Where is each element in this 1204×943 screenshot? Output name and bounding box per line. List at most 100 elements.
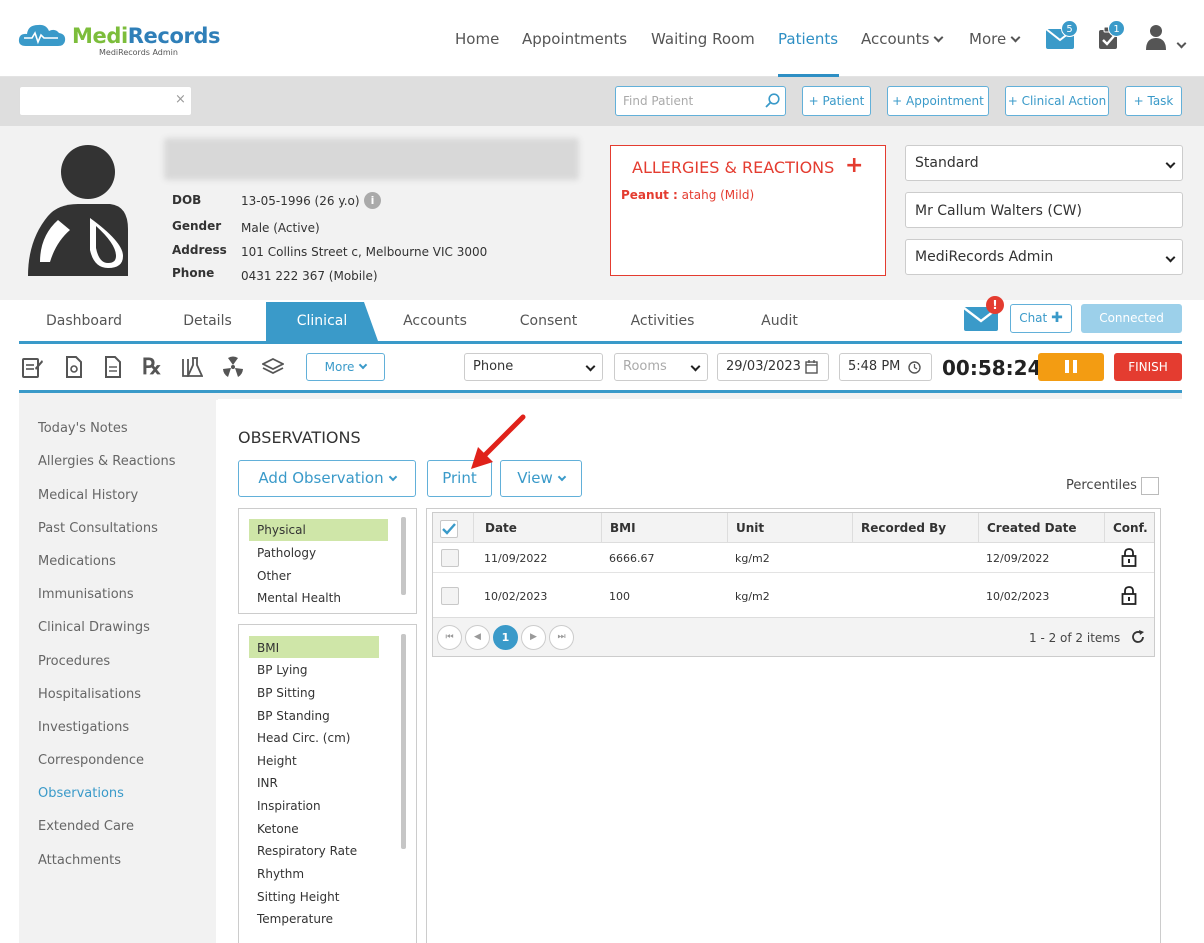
chat-button[interactable]: Chat ✚ bbox=[1010, 304, 1072, 333]
rooms-select[interactable]: Rooms bbox=[614, 353, 708, 381]
report-icon[interactable] bbox=[102, 356, 124, 378]
search-icon[interactable] bbox=[765, 93, 780, 108]
allergy-item[interactable]: Peanut : atahg (Mild) bbox=[621, 188, 754, 202]
tab-clinical[interactable]: Clinical bbox=[266, 302, 378, 341]
nav-waiting-room[interactable]: Waiting Room bbox=[651, 30, 755, 48]
add-patient-button[interactable]: + Patient bbox=[802, 86, 871, 116]
tab-audit[interactable]: Audit bbox=[721, 302, 838, 341]
next-page-icon[interactable]: ▶ bbox=[521, 625, 546, 650]
clock-icon[interactable] bbox=[908, 361, 921, 374]
first-page-icon[interactable]: ⏮ bbox=[437, 625, 462, 650]
column-header-unit[interactable]: Unit bbox=[736, 521, 764, 535]
info-icon[interactable]: i bbox=[364, 192, 381, 209]
pause-button[interactable] bbox=[1038, 353, 1104, 381]
column-header-date[interactable]: Date bbox=[485, 521, 517, 535]
column-header-conf[interactable]: Conf. bbox=[1113, 521, 1148, 535]
column-header-bmi[interactable]: BMI bbox=[610, 521, 636, 535]
prescription-icon[interactable]: ℞ bbox=[142, 354, 162, 380]
list-item-bmi[interactable]: BMI bbox=[257, 641, 279, 655]
location-select[interactable]: MediRecords Admin bbox=[905, 239, 1183, 275]
list-item-respiratory-rate[interactable]: Respiratory Rate bbox=[257, 844, 357, 858]
sidebar-item-observations[interactable]: Observations bbox=[38, 786, 124, 801]
practitioner-field[interactable]: Mr Callum Walters (CW) bbox=[905, 192, 1183, 228]
sidebar-item-correspondence[interactable]: Correspondence bbox=[38, 753, 144, 768]
radiation-icon[interactable] bbox=[222, 356, 244, 378]
sidebar-item-past-consultations[interactable]: Past Consultations bbox=[38, 521, 158, 536]
encounter-type-select[interactable]: Phone bbox=[464, 353, 603, 381]
quick-search-input[interactable] bbox=[19, 86, 192, 116]
phone-label: Phone bbox=[172, 266, 215, 280]
user-icon[interactable] bbox=[1145, 24, 1167, 50]
sidebar-item-investigations[interactable]: Investigations bbox=[38, 720, 129, 735]
page-button[interactable]: 1 bbox=[493, 625, 518, 650]
list-item-mental-health[interactable]: Mental Health bbox=[257, 591, 341, 605]
tab-accounts[interactable]: Accounts bbox=[380, 302, 490, 341]
list-item-ketone[interactable]: Ketone bbox=[257, 822, 299, 836]
category-scrollbar[interactable] bbox=[401, 517, 406, 595]
refresh-icon[interactable] bbox=[1131, 630, 1145, 644]
sidebar-item-medications[interactable]: Medications bbox=[38, 554, 116, 569]
nav-more[interactable]: More bbox=[969, 30, 1021, 48]
notes-icon[interactable] bbox=[21, 356, 43, 378]
document-icon[interactable] bbox=[63, 356, 85, 378]
allergies-title: ALLERGIES & REACTIONS bbox=[632, 158, 835, 177]
sidebar-item-procedures[interactable]: Procedures bbox=[38, 654, 110, 669]
lab-flask-icon[interactable] bbox=[181, 356, 203, 378]
sidebar-item-immunisations[interactable]: Immunisations bbox=[38, 587, 134, 602]
nav-patients[interactable]: Patients bbox=[778, 30, 838, 48]
list-item-bp-standing[interactable]: BP Standing bbox=[257, 709, 330, 723]
list-item-inspiration[interactable]: Inspiration bbox=[257, 799, 321, 813]
calendar-icon[interactable] bbox=[805, 360, 818, 374]
add-clinical-action-button[interactable]: + Clinical Action bbox=[1005, 86, 1109, 116]
row-checkbox[interactable] bbox=[441, 587, 459, 605]
tab-details[interactable]: Details bbox=[152, 302, 263, 341]
sidebar-item-todays-notes[interactable]: Today's Notes bbox=[38, 421, 128, 436]
list-item-inr[interactable]: INR bbox=[257, 776, 278, 790]
lock-icon[interactable] bbox=[1121, 548, 1137, 567]
connected-button[interactable]: Connected bbox=[1081, 304, 1182, 333]
add-task-button[interactable]: + Task bbox=[1125, 86, 1182, 116]
add-allergy-plus-icon[interactable]: + bbox=[845, 153, 863, 178]
sidebar-item-attachments[interactable]: Attachments bbox=[38, 853, 121, 868]
nav-appointments[interactable]: Appointments bbox=[522, 30, 627, 48]
list-item-pathology[interactable]: Pathology bbox=[257, 546, 316, 560]
list-item-sitting-height[interactable]: Sitting Height bbox=[257, 890, 339, 904]
nav-home[interactable]: Home bbox=[455, 30, 499, 48]
list-item-physical[interactable]: Physical bbox=[257, 523, 306, 537]
tab-dashboard[interactable]: Dashboard bbox=[19, 302, 149, 341]
list-item-bp-sitting[interactable]: BP Sitting bbox=[257, 686, 315, 700]
list-item-height[interactable]: Height bbox=[257, 754, 297, 768]
list-item-head-circ[interactable]: Head Circ. (cm) bbox=[257, 731, 350, 745]
sidebar-item-allergies[interactable]: Allergies & Reactions bbox=[38, 454, 176, 469]
nav-accounts[interactable]: Accounts bbox=[861, 30, 944, 48]
add-observation-button[interactable]: Add Observation bbox=[238, 460, 416, 497]
sidebar-item-medical-history[interactable]: Medical History bbox=[38, 488, 138, 503]
sidebar-item-clinical-drawings[interactable]: Clinical Drawings bbox=[38, 620, 150, 635]
row-checkbox[interactable] bbox=[441, 549, 459, 567]
layers-icon[interactable] bbox=[262, 356, 284, 378]
lock-icon[interactable] bbox=[1121, 586, 1137, 605]
type-scrollbar[interactable] bbox=[401, 634, 406, 849]
sidebar-item-hospitalisations[interactable]: Hospitalisations bbox=[38, 687, 141, 702]
template-select-value: Standard bbox=[915, 155, 979, 171]
template-select[interactable]: Standard bbox=[905, 145, 1183, 181]
tab-consent[interactable]: Consent bbox=[493, 302, 604, 341]
messages-alert-badge: ! bbox=[986, 296, 1004, 314]
column-header-created-date[interactable]: Created Date bbox=[987, 521, 1077, 535]
clear-icon[interactable]: × bbox=[175, 92, 186, 107]
prev-page-icon[interactable]: ◀ bbox=[465, 625, 490, 650]
last-page-icon[interactable]: ⏭ bbox=[549, 625, 574, 650]
list-item-temperature[interactable]: Temperature bbox=[257, 912, 333, 926]
sidebar-item-extended-care[interactable]: Extended Care bbox=[38, 819, 134, 834]
list-item-bp-lying[interactable]: BP Lying bbox=[257, 663, 308, 677]
finish-button[interactable]: FINISH bbox=[1114, 353, 1182, 381]
tab-activities[interactable]: Activities bbox=[607, 302, 718, 341]
add-appointment-button[interactable]: + Appointment bbox=[887, 86, 989, 116]
percentiles-checkbox[interactable] bbox=[1141, 477, 1159, 495]
toolbar-more-button[interactable]: More bbox=[306, 353, 385, 381]
column-header-recorded-by[interactable]: Recorded By bbox=[861, 521, 946, 535]
list-item-other[interactable]: Other bbox=[257, 569, 291, 583]
find-patient-input[interactable] bbox=[623, 88, 763, 114]
chevron-down-icon bbox=[933, 32, 944, 43]
list-item-rhythm[interactable]: Rhythm bbox=[257, 867, 304, 881]
